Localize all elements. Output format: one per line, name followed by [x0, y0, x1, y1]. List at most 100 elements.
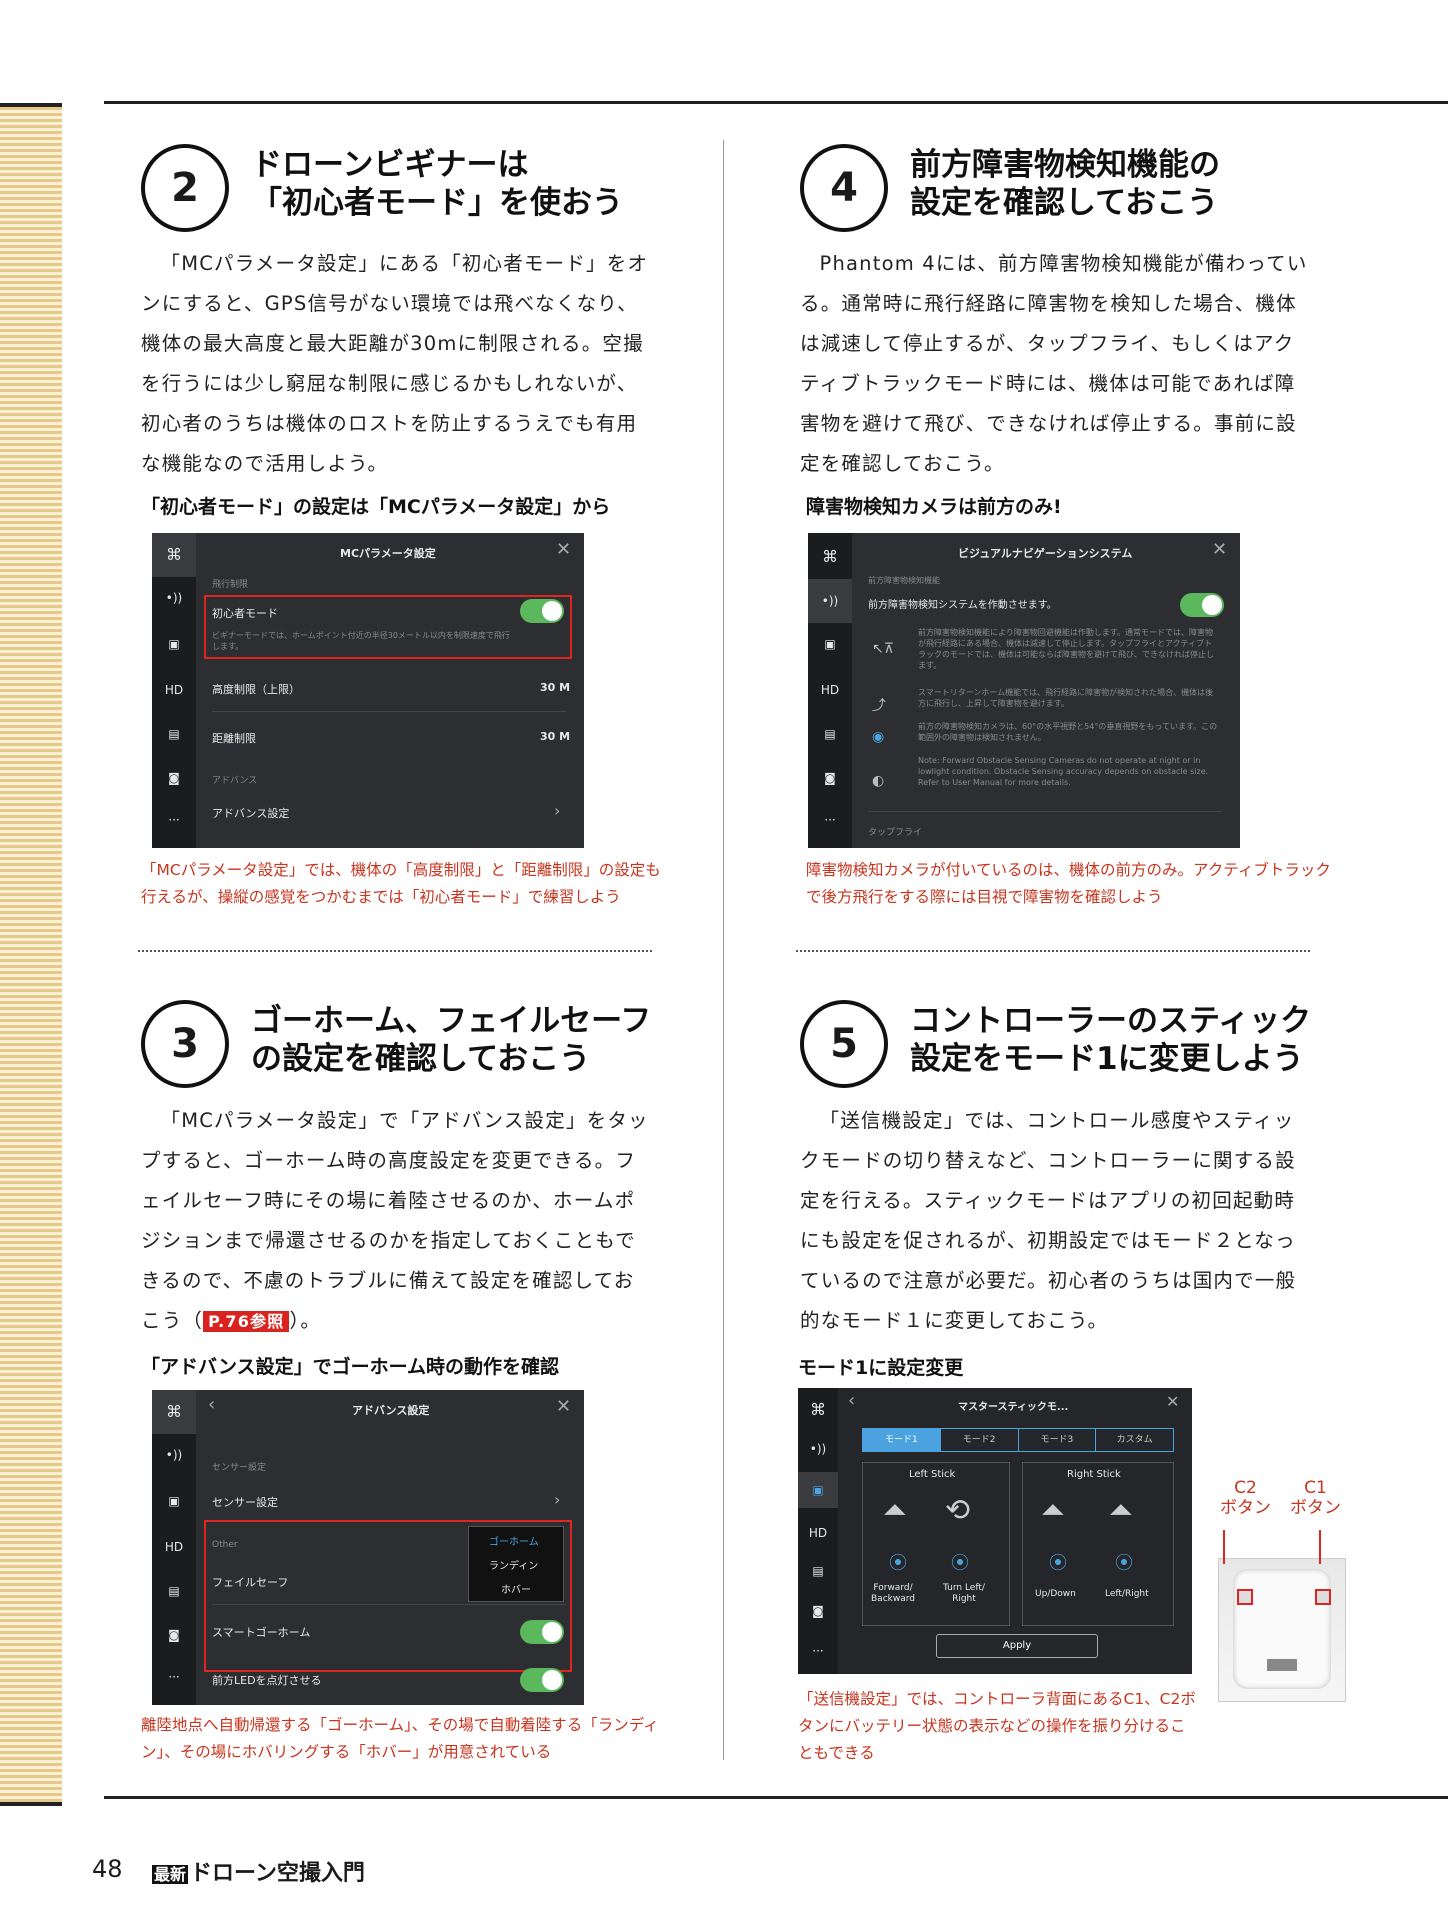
- mode-tabs: モード1 モード2 モード3 カスタム: [862, 1428, 1174, 1452]
- front-led-toggle[interactable]: [520, 1668, 564, 1692]
- title-line-2: 設定をモード1に変更しよう: [910, 1041, 1304, 1077]
- beginner-mode-toggle[interactable]: [520, 599, 564, 623]
- close-icon[interactable]: ✕: [556, 539, 571, 560]
- option-gohome[interactable]: ゴーホーム: [489, 1533, 539, 1548]
- aircraft-icon[interactable]: ⌘: [798, 1400, 838, 1419]
- failsafe-label: フェイルセーフ: [212, 1576, 289, 1589]
- chevron-right-icon: ›: [554, 801, 561, 820]
- battery-icon[interactable]: ▤: [152, 727, 196, 741]
- distance-limit-value[interactable]: 30 M: [540, 730, 570, 743]
- altitude-limit-value[interactable]: 30 M: [540, 681, 570, 694]
- section-3-subheading: 「アドバンス設定」でゴーホーム時の動作を確認: [141, 1356, 560, 1378]
- apply-button[interactable]: Apply: [936, 1634, 1098, 1658]
- smart-gohome-toggle[interactable]: [520, 1620, 564, 1644]
- updown-stick-icon: ⦿: [889, 1553, 907, 1574]
- section-4-body: Phantom 4には、前方障害物検知機能が備わっている。通常時に飛行経路に障害…: [800, 252, 1308, 475]
- camera-icon[interactable]: ◙: [152, 771, 196, 785]
- remote-icon[interactable]: ▣: [808, 637, 852, 651]
- leftright-stick-icon: ⦿: [1115, 1553, 1133, 1574]
- roll-drone-icon: ⏶: [1109, 1493, 1133, 1528]
- hd-icon[interactable]: HD: [152, 1540, 196, 1554]
- separator: [868, 811, 1222, 812]
- section-number-5: 5: [800, 1000, 888, 1088]
- c2-leader-line: [1223, 1530, 1225, 1564]
- side-stripe: [0, 103, 62, 1806]
- aircraft-icon[interactable]: ⌘: [152, 533, 196, 577]
- screen-header: アドバンス設定: [352, 1404, 430, 1417]
- remote-icon[interactable]: ▣: [152, 1494, 196, 1508]
- mc-parameter-screenshot: ⌘ •)) ▣ HD ▤ ◙ ··· MCパラメータ設定 ✕ 飛行制限 初心者モ…: [152, 533, 584, 848]
- camera-icon[interactable]: ◙: [808, 771, 852, 785]
- body-text-end: ）。: [289, 1309, 322, 1332]
- left-label-2: Turn Left/ Right: [943, 1583, 985, 1604]
- signal-icon[interactable]: •)): [798, 1442, 838, 1456]
- return-home-icon: ⤴: [872, 698, 886, 714]
- title-line-1: コントローラーのスティック: [910, 1003, 1312, 1039]
- advanced-settings-item[interactable]: アドバンス設定: [212, 805, 289, 821]
- tab-mode3[interactable]: モード3: [1017, 1429, 1096, 1451]
- hd-icon[interactable]: HD: [152, 683, 196, 697]
- signal-icon[interactable]: •)): [152, 1448, 196, 1462]
- sensor-settings-item[interactable]: センサー設定: [212, 1494, 278, 1510]
- remote-icon[interactable]: ▣: [152, 637, 196, 651]
- more-icon[interactable]: ···: [152, 1670, 196, 1684]
- section-5-subheading: モード1に設定変更: [798, 1357, 964, 1379]
- updown-stick-icon: ⦿: [1049, 1553, 1067, 1574]
- remote-icon[interactable]: ▣: [798, 1472, 838, 1508]
- desc-2: スマートリターンホーム機能では、飛行経路に障害物が検知された場合、機体は後方に飛…: [918, 688, 1214, 708]
- smart-gohome-label: スマートゴーホーム: [212, 1626, 311, 1639]
- section-5-title: コントローラーのスティック 設定をモード1に変更しよう: [910, 1002, 1311, 1078]
- section-2-body: 「MCパラメータ設定」にある「初心者モード」をオンにすると、GPS信号がない環境…: [141, 252, 649, 475]
- screen-header: マスタースティックモ...: [958, 1402, 1069, 1413]
- section-2-subheading: 「初心者モード」の設定は「MCパラメータ設定」から: [141, 496, 611, 518]
- magazine-brand: 最新 ドローン空撮入門: [152, 1855, 365, 1887]
- battery-icon[interactable]: ▤: [798, 1564, 838, 1578]
- camera-icon[interactable]: ◙: [152, 1628, 196, 1642]
- beginner-mode-label: 初心者モード: [212, 607, 278, 620]
- chevron-right-icon: ›: [554, 1490, 561, 1509]
- section-3-caption: 離陸地点へ自動帰還する「ゴーホーム」、その場で自動着陸する「ランディン」、その場…: [141, 1716, 659, 1761]
- battery-icon[interactable]: ▤: [808, 727, 852, 741]
- tab-mode2[interactable]: モード2: [939, 1429, 1018, 1451]
- back-icon[interactable]: ‹: [208, 1394, 215, 1415]
- beginner-desc: ビギナーモードでは、ホームポイント付近の半径30メートル以内を制限速度で飛行しま…: [212, 631, 510, 651]
- stick-mode-screenshot: ⌘ •)) ▣ HD ▤ ◙ ··· ‹ マスタースティックモ... ✕ モード…: [798, 1388, 1192, 1674]
- battery-icon[interactable]: ▤: [152, 1584, 196, 1598]
- advanced-settings-screenshot: ⌘ •)) ▣ HD ▤ ◙ ··· ‹ アドバンス設定 ✕ センサー設定 セン…: [152, 1390, 584, 1705]
- signal-icon[interactable]: •)): [808, 579, 852, 623]
- tab-custom[interactable]: カスタム: [1095, 1429, 1173, 1451]
- signal-icon[interactable]: •)): [152, 591, 196, 605]
- controller-photo: [1218, 1558, 1346, 1702]
- section-3-title: ゴーホーム、フェイルセーフ の設定を確認しておこう: [251, 1002, 651, 1078]
- failsafe-dropdown[interactable]: ゴーホーム ランディン ホバー: [468, 1526, 564, 1602]
- more-icon[interactable]: ···: [152, 813, 196, 827]
- enable-label: 前方障害物検知システムを作動させます。: [868, 600, 1057, 611]
- aircraft-icon[interactable]: ⌘: [152, 1390, 196, 1434]
- close-icon[interactable]: ✕: [556, 1396, 571, 1417]
- throttle-drone-icon: ⏶: [1041, 1493, 1065, 1528]
- more-icon[interactable]: ···: [798, 1644, 838, 1658]
- section-number-3: 3: [141, 1000, 229, 1088]
- back-icon[interactable]: ‹: [848, 1390, 855, 1411]
- obstacle-avoid-icon: ↖⊼: [872, 641, 894, 657]
- aircraft-icon[interactable]: ⌘: [808, 547, 852, 566]
- option-landing[interactable]: ランディン: [489, 1557, 538, 1572]
- tab-mode1[interactable]: モード1: [863, 1429, 940, 1451]
- option-hover[interactable]: ホバー: [501, 1581, 531, 1596]
- right-label-2: Left/Right: [1105, 1589, 1149, 1599]
- obstacle-sensing-toggle[interactable]: [1180, 593, 1224, 617]
- c2-button-marker: [1237, 1589, 1253, 1605]
- right-label-1: Up/Down: [1035, 1589, 1076, 1599]
- hd-icon[interactable]: HD: [808, 683, 852, 697]
- camera-icon[interactable]: ◙: [798, 1604, 838, 1618]
- c1-leader-line: [1319, 1530, 1321, 1564]
- column-divider: [723, 140, 724, 1760]
- hd-icon[interactable]: HD: [798, 1526, 838, 1540]
- front-led-label: 前方LEDを点灯させる: [212, 1674, 322, 1687]
- screen-header: MCパラメータ設定: [340, 547, 436, 560]
- close-icon[interactable]: ✕: [1212, 539, 1227, 560]
- dotted-divider-left: [138, 950, 652, 952]
- close-icon[interactable]: ✕: [1166, 1392, 1179, 1411]
- advanced-group-label: アドバンス: [212, 776, 258, 786]
- more-icon[interactable]: ···: [808, 813, 852, 827]
